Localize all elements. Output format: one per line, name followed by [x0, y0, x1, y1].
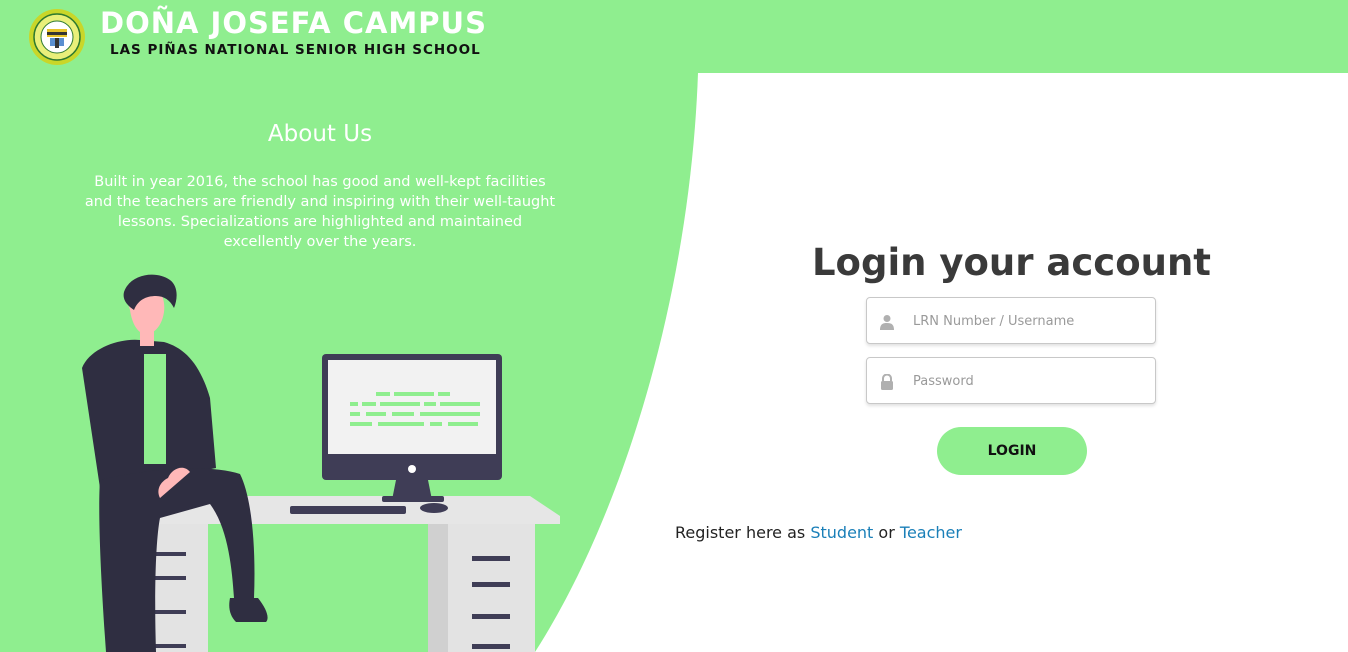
school-logo-icon	[29, 9, 85, 65]
register-connector-text: or	[878, 523, 895, 542]
username-input[interactable]	[911, 298, 1151, 344]
login-button[interactable]: LOGIN	[937, 427, 1087, 475]
username-field[interactable]	[866, 297, 1156, 344]
about-us-text: Built in year 2016, the school has good …	[84, 174, 556, 250]
school-campus-title: DOÑA JOSEFA CAMPUS	[100, 6, 487, 40]
login-heading: Login your account	[811, 241, 1211, 284]
about-us-heading: About Us	[267, 121, 373, 147]
register-line: Register here as Student or Teacher	[675, 523, 962, 542]
student-at-desk-illustration	[82, 274, 560, 652]
password-input[interactable]	[911, 358, 1151, 404]
user-icon	[880, 315, 894, 330]
school-name-subtitle: LAS PIÑAS NATIONAL SENIOR HIGH SCHOOL	[110, 42, 481, 58]
site-header: DOÑA JOSEFA CAMPUS LAS PIÑAS NATIONAL SE…	[0, 0, 1348, 74]
register-student-link[interactable]: Student	[810, 523, 873, 542]
lock-icon	[881, 374, 893, 390]
register-teacher-link[interactable]: Teacher	[900, 523, 962, 542]
password-field[interactable]	[866, 357, 1156, 404]
register-prefix-text: Register here as	[675, 523, 806, 542]
